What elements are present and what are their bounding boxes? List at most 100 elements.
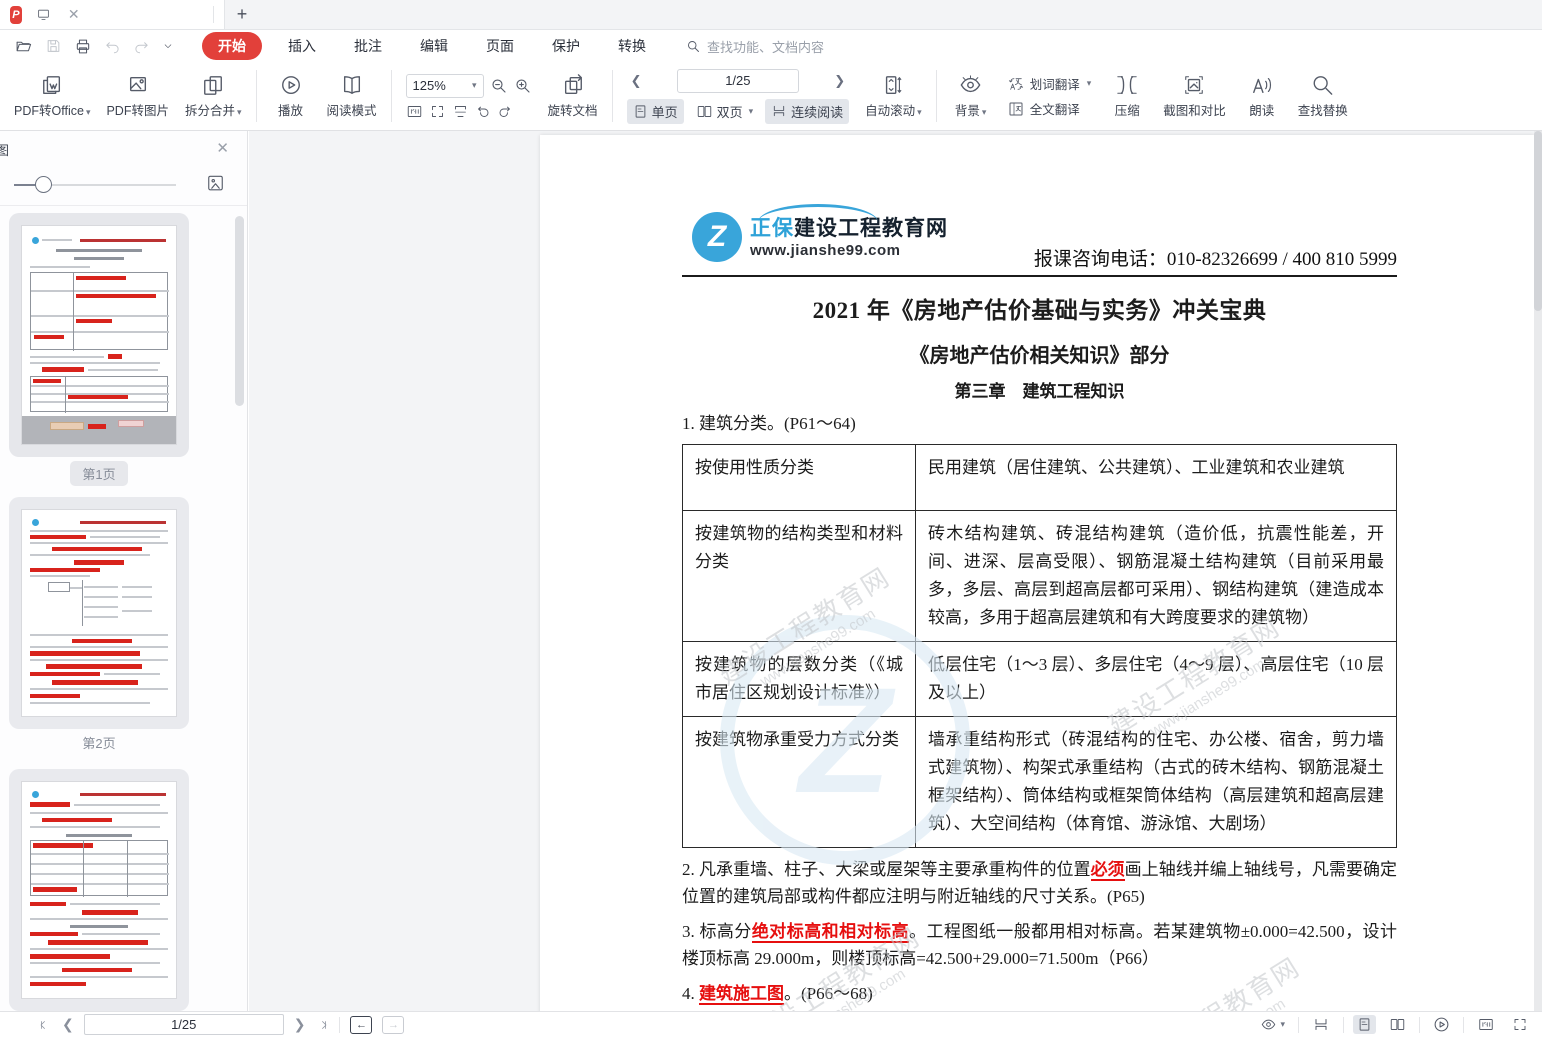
first-page-icon[interactable] xyxy=(38,1019,52,1031)
double-page-view-button[interactable] xyxy=(1385,1015,1410,1034)
auto-scroll-label: 自动滚动▾ xyxy=(865,100,922,119)
print-icon[interactable] xyxy=(74,38,92,55)
brand-url: www.jianshe99.com xyxy=(750,242,948,259)
list-item-1: 1. 建筑分类。(P61～64) xyxy=(682,410,1397,437)
thumbnail-view-icon[interactable] xyxy=(206,174,225,192)
vertical-scrollbar-thumb[interactable] xyxy=(1534,131,1542,311)
status-page-nav: ❮ ❯ ← → xyxy=(38,1014,404,1035)
page-3-thumbnail[interactable] xyxy=(9,769,189,1011)
search-box[interactable]: 查找功能、文档内容 xyxy=(686,37,824,56)
read-mode-button[interactable]: 阅读模式 xyxy=(319,70,385,123)
read-aloud-button[interactable]: 朗读 xyxy=(1234,70,1290,123)
last-page-icon[interactable] xyxy=(315,1019,329,1031)
tab-screen-icon[interactable] xyxy=(36,8,51,21)
find-replace-button[interactable]: 查找替换 xyxy=(1290,70,1356,123)
pdf-to-office-button[interactable]: PDF转Office▾ xyxy=(6,70,98,123)
sidebar-scrollbar[interactable] xyxy=(235,216,244,406)
status-page-input[interactable] xyxy=(84,1014,284,1035)
actual-size-button[interactable] xyxy=(1473,1015,1499,1034)
document-tab[interactable]: P 2021年《房地...冲关宝典.pdf ✕ xyxy=(0,0,225,29)
chapter-heading: 第三章 建筑工程知识 xyxy=(682,377,1397,402)
find-replace-label: 查找替换 xyxy=(1298,100,1348,119)
screenshot-compare-icon xyxy=(1181,74,1207,96)
fit-page-icon xyxy=(1512,1017,1528,1032)
panel-close-icon[interactable]: ✕ xyxy=(216,139,229,157)
background-button[interactable]: 背景▾ xyxy=(943,70,999,123)
screenshot-compare-label: 截图和对比 xyxy=(1163,100,1226,119)
continuous-toggle[interactable]: 连续阅读 xyxy=(765,99,849,124)
background-eye-icon xyxy=(958,74,983,96)
single-page-toggle[interactable]: 单页 xyxy=(627,99,684,124)
compress-button[interactable]: 压缩 xyxy=(1099,70,1155,123)
menu-protect[interactable]: 保护 xyxy=(540,33,592,59)
prev-page-icon[interactable]: ❮ xyxy=(627,73,646,89)
translate-group: 划词翻译▾ 全文翻译 xyxy=(999,74,1100,118)
view-forward-button[interactable]: → xyxy=(382,1016,404,1034)
new-tab-button[interactable]: + xyxy=(225,0,259,29)
read-mode-icon xyxy=(340,74,364,96)
double-page-toggle[interactable]: 双页▾ xyxy=(690,99,760,124)
play-button[interactable]: 播放 xyxy=(263,70,319,123)
save-icon[interactable] xyxy=(45,38,62,54)
rotate-right-icon[interactable] xyxy=(497,104,513,119)
rotate-left-icon[interactable] xyxy=(475,104,491,119)
zoom-select[interactable]: 125% ▾ xyxy=(406,74,484,98)
word-translate-button[interactable]: 划词翻译▾ xyxy=(1007,74,1092,93)
tab-close-icon[interactable]: ✕ xyxy=(58,6,214,23)
double-page-icon xyxy=(696,104,713,119)
menu-insert[interactable]: 插入 xyxy=(276,33,328,59)
menu-convert[interactable]: 转换 xyxy=(606,33,658,59)
thumbnail-panel-header: 缩略图 ✕ xyxy=(0,131,247,167)
zoom-value: 125% xyxy=(413,78,446,93)
background-eye-button[interactable]: ▾ xyxy=(1255,1015,1289,1034)
menu-edit[interactable]: 编辑 xyxy=(408,33,460,59)
open-file-icon[interactable] xyxy=(14,38,33,55)
menu-page[interactable]: 页面 xyxy=(474,33,526,59)
play-view-button[interactable] xyxy=(1429,1014,1454,1035)
rotate-document-button[interactable]: 旋转文档 xyxy=(540,70,606,123)
thumbnail-size-controls xyxy=(0,167,247,201)
pdf-file-icon: P xyxy=(10,6,22,24)
thumbnail-panel-title: 缩略图 xyxy=(0,140,24,159)
redo-icon[interactable] xyxy=(133,39,150,54)
read-aloud-label: 朗读 xyxy=(1249,100,1274,119)
continuous-view-button[interactable] xyxy=(1308,1015,1334,1034)
next-page-icon[interactable]: ❯ xyxy=(294,1016,306,1033)
fit-page-icon[interactable] xyxy=(452,104,469,119)
ribbon-toolbar: PDF转Office▾ PDF转图片 拆分合并▾ 播放 阅读模式 125% ▾ xyxy=(0,62,1542,131)
zoom-in-icon[interactable] xyxy=(514,77,532,95)
document-header: Z 正保建设工程教育网 www.jianshe99.com 报课咨询电话：010… xyxy=(682,213,1397,277)
auto-scroll-button[interactable]: 自动滚动▾ xyxy=(857,70,930,123)
list-item-3: 3. 标高分绝对标高和相对标高。工程图纸一般都用相对标高。若某建筑物±0.000… xyxy=(682,918,1397,972)
menu-annotate[interactable]: 批注 xyxy=(342,33,394,59)
prev-page-icon[interactable]: ❮ xyxy=(62,1016,74,1033)
actual-size-icon[interactable] xyxy=(406,104,423,119)
full-translate-button[interactable]: 全文翻译 xyxy=(1007,99,1092,118)
fit-page-button[interactable] xyxy=(1508,1015,1532,1034)
page-2-label: 第2页 xyxy=(0,733,198,752)
pdf-to-image-button[interactable]: PDF转图片 xyxy=(98,70,177,123)
more-commands-icon[interactable] xyxy=(162,41,174,51)
page-1-thumbnail[interactable] xyxy=(9,213,189,457)
continuous-icon xyxy=(771,104,787,118)
zoom-out-icon[interactable] xyxy=(490,77,508,95)
document-canvas: Z 建设工程教育网 www.jianshe99.com 建设工程教育网 www.… xyxy=(249,131,1542,1011)
screenshot-compare-button[interactable]: 截图和对比 xyxy=(1155,70,1234,123)
table-row: 按建筑物承重受力方式分类 墙承重结构形式（砖混结构的住宅、办公楼、宿舍，剪力墙式… xyxy=(683,717,1397,848)
next-page-icon[interactable]: ❯ xyxy=(830,73,849,89)
single-page-icon xyxy=(1357,1017,1372,1032)
single-page-view-button[interactable] xyxy=(1353,1015,1376,1034)
vertical-scrollbar[interactable] xyxy=(1534,131,1542,1011)
menu-home[interactable]: 开始 xyxy=(202,32,262,60)
single-page-icon xyxy=(633,104,648,119)
page-number-input[interactable] xyxy=(677,69,799,93)
slider-handle[interactable] xyxy=(35,176,52,193)
fit-width-icon[interactable] xyxy=(429,104,446,119)
view-back-button[interactable]: ← xyxy=(350,1016,372,1034)
undo-icon[interactable] xyxy=(104,39,121,54)
page-2-thumbnail[interactable] xyxy=(9,497,189,729)
play-icon xyxy=(1433,1016,1450,1033)
auto-scroll-icon xyxy=(881,74,905,96)
split-merge-button[interactable]: 拆分合并▾ xyxy=(177,70,250,123)
quick-access-toolbar xyxy=(0,38,186,55)
